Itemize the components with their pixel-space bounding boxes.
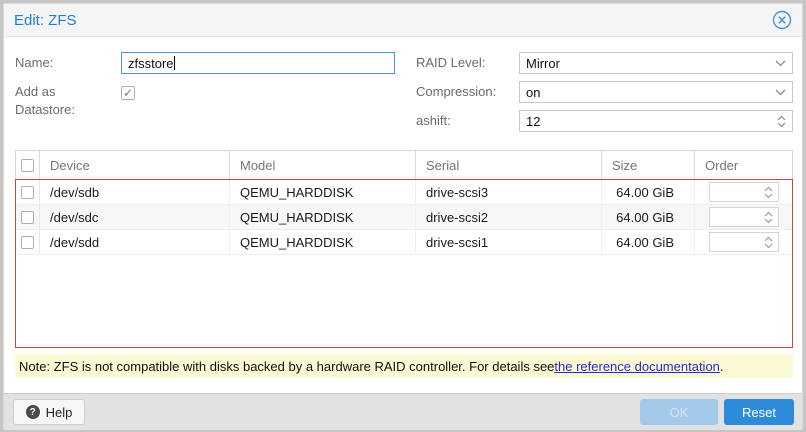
cell-model: QEMU_HARDDISK (230, 180, 416, 204)
ashift-value: 12 (526, 114, 777, 129)
table-row[interactable]: /dev/sdb QEMU_HARDDISK drive-scsi3 64.00… (16, 180, 792, 205)
compression-combo[interactable]: on (519, 81, 793, 103)
ashift-label: ashift: (416, 110, 451, 132)
add-datastore-label: Add as Datastore: (15, 83, 107, 119)
cell-device: /dev/sdc (40, 205, 230, 229)
add-datastore-checkbox[interactable]: ✓ (121, 86, 135, 100)
table-row[interactable]: /dev/sdc QEMU_HARDDISK drive-scsi2 64.00… (16, 205, 792, 230)
zfs-note: Note: ZFS is not compatible with disks b… (15, 354, 793, 378)
cell-model: QEMU_HARDDISK (230, 230, 416, 254)
dialog-title: Edit: ZFS (14, 12, 772, 29)
help-icon: ? (26, 405, 40, 419)
spinner-arrows-icon[interactable] (764, 186, 773, 199)
cell-size: 64.00 GiB (602, 230, 695, 254)
compression-value: on (526, 85, 775, 100)
order-spinner[interactable] (709, 207, 779, 227)
cell-device: /dev/sdb (40, 180, 230, 204)
reset-button[interactable]: Reset (724, 399, 794, 425)
table-row[interactable]: /dev/sdd QEMU_HARDDISK drive-scsi1 64.00… (16, 230, 792, 255)
dialog-titlebar: Edit: ZFS (4, 4, 802, 37)
dialog-footer: ? Help OK Reset (4, 393, 802, 430)
name-input[interactable]: zfsstore (121, 52, 395, 74)
note-text: Note: ZFS is not compatible with disks b… (19, 359, 554, 374)
column-header-serial[interactable]: Serial (416, 151, 602, 179)
name-label: Name: (15, 52, 53, 74)
edit-zfs-dialog: Edit: ZFS Name: zfsstore Add as Datastor… (3, 3, 803, 429)
cell-serial: drive-scsi1 (416, 230, 602, 254)
cell-order (695, 230, 792, 254)
raid-level-label: RAID Level: (416, 52, 485, 74)
cell-order (695, 205, 792, 229)
spinner-arrows-icon[interactable] (764, 236, 773, 249)
raid-level-value: Mirror (526, 56, 775, 71)
select-all-cell[interactable] (16, 151, 40, 179)
ok-button[interactable]: OK (640, 399, 718, 425)
cell-size: 64.00 GiB (602, 205, 695, 229)
ashift-spinner[interactable]: 12 (519, 110, 793, 132)
name-input-value: zfsstore (128, 56, 174, 71)
row-checkbox[interactable] (21, 186, 34, 199)
column-header-size[interactable]: Size (602, 151, 695, 179)
column-header-device[interactable]: Device (40, 151, 230, 179)
row-checkbox-cell[interactable] (16, 180, 40, 204)
cell-order (695, 180, 792, 204)
help-button[interactable]: ? Help (13, 399, 85, 425)
spinner-arrows-icon[interactable] (777, 115, 786, 128)
compression-label: Compression: (416, 81, 496, 103)
row-checkbox[interactable] (21, 211, 34, 224)
screen: Edit: ZFS Name: zfsstore Add as Datastor… (0, 0, 806, 432)
checkmark-icon: ✓ (123, 87, 133, 99)
cell-model: QEMU_HARDDISK (230, 205, 416, 229)
cell-serial: drive-scsi3 (416, 180, 602, 204)
cell-device: /dev/sdd (40, 230, 230, 254)
disk-table-header: Device Model Serial Size Order (15, 150, 793, 179)
raid-level-combo[interactable]: Mirror (519, 52, 793, 74)
chevron-down-icon[interactable] (775, 89, 786, 96)
note-suffix: . (720, 359, 724, 374)
order-spinner[interactable] (709, 232, 779, 252)
chevron-down-icon[interactable] (775, 60, 786, 67)
order-spinner[interactable] (709, 182, 779, 202)
close-icon[interactable] (772, 10, 792, 30)
reference-documentation-link[interactable]: the reference documentation (554, 359, 720, 374)
cell-size: 64.00 GiB (602, 180, 695, 204)
row-checkbox[interactable] (21, 236, 34, 249)
spinner-arrows-icon[interactable] (764, 211, 773, 224)
row-checkbox-cell[interactable] (16, 230, 40, 254)
row-checkbox-cell[interactable] (16, 205, 40, 229)
column-header-model[interactable]: Model (230, 151, 416, 179)
help-button-label: Help (46, 405, 73, 420)
column-header-order[interactable]: Order (695, 151, 792, 179)
cell-serial: drive-scsi2 (416, 205, 602, 229)
text-caret (174, 56, 175, 70)
disk-table-body: /dev/sdb QEMU_HARDDISK drive-scsi3 64.00… (15, 179, 793, 348)
select-all-checkbox[interactable] (21, 159, 34, 172)
